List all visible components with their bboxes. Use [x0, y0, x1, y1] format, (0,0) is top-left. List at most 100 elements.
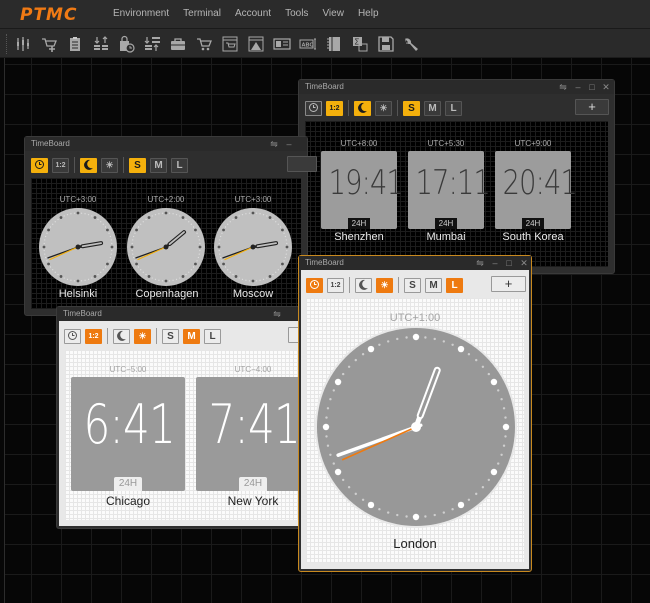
size-s-button[interactable]: S [129, 157, 146, 173]
minute-marker [192, 226, 195, 228]
add-clock-button[interactable]: + [491, 276, 526, 292]
wrench-icon[interactable] [402, 35, 420, 53]
minute-marker [259, 213, 261, 215]
window-titlebar[interactable]: TimeBoard ⇋ – [25, 137, 307, 151]
bag-clock-icon[interactable] [117, 35, 135, 53]
hour-marker [251, 211, 255, 215]
menu-view[interactable]: View [322, 8, 344, 19]
hour-marker [367, 345, 375, 353]
clock-mode-button[interactable] [306, 277, 323, 293]
hour-marker [251, 279, 255, 283]
clock-mode-button[interactable] [31, 157, 48, 173]
panel-alert-icon[interactable] [247, 35, 265, 53]
minute-marker [238, 277, 240, 279]
minute-marker [46, 260, 48, 262]
digital-mode-button[interactable]: 1:2 [52, 157, 69, 173]
day-theme-button[interactable]: ☀ [101, 157, 118, 173]
minute-marker [111, 249, 113, 252]
maximize-icon[interactable]: □ [503, 257, 515, 269]
window-toolbar: 1:2 ☀ S M L [31, 156, 192, 174]
save-icon[interactable] [377, 35, 395, 53]
order-book-icon[interactable] [92, 35, 110, 53]
size-l-button[interactable]: L [445, 100, 462, 116]
window-titlebar[interactable]: TimeBoard ⇋ – □ ✕ [299, 80, 614, 94]
minimize-icon[interactable]: – [489, 257, 501, 269]
size-m-button[interactable]: M [150, 157, 167, 173]
minute-marker [175, 278, 178, 280]
size-m-button[interactable]: M [183, 328, 200, 344]
sort-icon[interactable] [143, 35, 161, 53]
close-icon[interactable]: ✕ [518, 257, 530, 269]
close-icon[interactable]: ✕ [600, 81, 612, 93]
notebook-icon[interactable] [325, 35, 343, 53]
size-s-button[interactable]: S [404, 277, 421, 293]
add-clock-button[interactable] [287, 156, 317, 172]
minute-marker [219, 239, 221, 241]
day-theme-button[interactable]: ☀ [376, 277, 393, 293]
size-l-button[interactable]: L [204, 328, 221, 344]
maximize-icon[interactable]: □ [586, 81, 598, 93]
panel-cart-icon[interactable] [221, 35, 239, 53]
pin-icon[interactable]: ⇋ [557, 81, 569, 93]
briefcase-icon[interactable] [169, 35, 187, 53]
clock-mode-button[interactable] [305, 100, 322, 116]
menu-environment[interactable]: Environment [113, 8, 169, 19]
clock-mode-button[interactable] [64, 328, 81, 344]
day-theme-button[interactable]: ☀ [134, 328, 151, 344]
abc-input-icon[interactable]: ABC [299, 35, 317, 53]
hour-marker [217, 245, 221, 249]
night-theme-button[interactable] [355, 277, 372, 293]
minute-marker [111, 242, 113, 245]
add-clock-button[interactable]: + [575, 99, 609, 115]
id-card-icon[interactable] [273, 35, 291, 53]
center-pin [163, 244, 169, 250]
menu-terminal[interactable]: Terminal [183, 8, 221, 19]
minute-marker [110, 239, 112, 241]
night-theme-button[interactable] [113, 328, 130, 344]
chart-candles-icon[interactable] [15, 35, 33, 53]
hour-marker [135, 228, 138, 232]
add-order-icon[interactable] [40, 35, 58, 53]
menu-account[interactable]: Account [235, 8, 271, 19]
size-m-button[interactable]: M [425, 277, 442, 293]
minute-marker [220, 235, 222, 238]
sigma-report-icon[interactable]: Σ [351, 35, 369, 53]
window-titlebar[interactable]: TimeBoard ⇋ [57, 307, 311, 321]
minute-marker [224, 266, 227, 268]
format-badge: 24H [522, 218, 544, 229]
pin-icon[interactable]: ⇋ [268, 138, 280, 150]
minute-marker [158, 213, 160, 215]
minute-marker [325, 416, 328, 419]
pin-icon[interactable]: ⇋ [271, 308, 283, 320]
size-s-button[interactable]: S [162, 328, 179, 344]
minute-marker [329, 397, 332, 401]
minute-marker [133, 235, 135, 238]
digital-mode-button[interactable]: 1:2 [85, 328, 102, 344]
night-theme-button[interactable] [354, 100, 371, 116]
minimize-icon[interactable]: – [572, 81, 584, 93]
digital-mode-button[interactable]: 1:2 [327, 277, 344, 293]
night-theme-button[interactable] [80, 157, 97, 173]
minimize-icon[interactable]: – [283, 138, 295, 150]
hour-marker [367, 501, 375, 509]
window-titlebar[interactable]: TimeBoard ⇋ – □ ✕ [299, 256, 531, 270]
clipboard-icon[interactable] [66, 35, 84, 53]
menu-tools[interactable]: Tools [285, 8, 308, 19]
size-l-button[interactable]: L [446, 277, 463, 293]
minute-marker [279, 226, 282, 228]
minute-marker [405, 336, 408, 339]
day-theme-button[interactable]: ☀ [375, 100, 392, 116]
toolbar-grip[interactable] [6, 34, 8, 54]
size-m-button[interactable]: M [424, 100, 441, 116]
cart-icon[interactable] [195, 35, 213, 53]
size-l-button[interactable]: L [171, 157, 188, 173]
menu-help[interactable]: Help [358, 8, 379, 19]
size-s-button[interactable]: S [403, 100, 420, 116]
pin-icon[interactable]: ⇋ [474, 257, 486, 269]
city-name: London [393, 536, 437, 551]
minute-marker [283, 260, 285, 262]
clock-time: 7:41 [208, 393, 301, 456]
digital-mode-button[interactable]: 1:2 [326, 100, 343, 116]
analog-clock [39, 208, 117, 286]
minute-marker [481, 486, 485, 489]
